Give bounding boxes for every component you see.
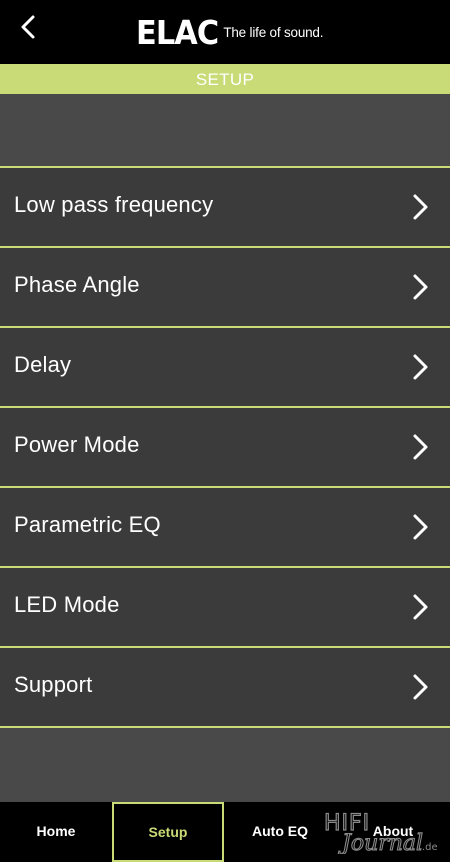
menu-item-low-pass-frequency[interactable]: Low pass frequency <box>0 166 450 246</box>
chevron-right-icon <box>413 674 428 700</box>
hifi-journal-watermark: HIFI Journal .de <box>323 810 438 854</box>
settings-panel: Low pass frequency Phase Angle Delay Pow… <box>0 94 450 802</box>
menu-item-label: Parametric EQ <box>14 512 161 537</box>
chevron-right-icon <box>413 354 428 380</box>
watermark-bottom: Journal <box>338 831 423 854</box>
logo-mark: ELAC <box>136 12 219 52</box>
nav-tab-setup[interactable]: Setup <box>112 802 224 862</box>
menu-item-label: Low pass frequency <box>14 192 214 217</box>
menu-item-power-mode[interactable]: Power Mode <box>0 406 450 486</box>
menu-item-label: LED Mode <box>14 592 120 617</box>
menu-item-led-mode[interactable]: LED Mode <box>0 566 450 646</box>
menu-item-label: Delay <box>14 352 72 377</box>
setup-menu: Low pass frequency Phase Angle Delay Pow… <box>0 166 450 728</box>
menu-item-support[interactable]: Support <box>0 646 450 728</box>
app-header: ELAC The life of sound. <box>0 0 450 64</box>
menu-item-label: Phase Angle <box>14 272 140 297</box>
menu-item-phase-angle[interactable]: Phase Angle <box>0 246 450 326</box>
logo-tagline: The life of sound. <box>223 24 324 40</box>
watermark-suffix: .de <box>422 842 438 853</box>
page-title: SETUP <box>0 64 450 94</box>
menu-item-delay[interactable]: Delay <box>0 326 450 406</box>
nav-tab-home[interactable]: Home <box>0 802 112 862</box>
back-chevron-icon[interactable] <box>14 12 44 42</box>
chevron-right-icon <box>413 434 428 460</box>
chevron-right-icon <box>413 594 428 620</box>
menu-item-label: Support <box>14 672 93 697</box>
elac-logo: ELAC The life of sound. <box>136 14 323 50</box>
chevron-right-icon <box>413 514 428 540</box>
menu-item-label: Power Mode <box>14 432 140 457</box>
menu-item-parametric-eq[interactable]: Parametric EQ <box>0 486 450 566</box>
chevron-right-icon <box>413 194 428 220</box>
nav-tab-auto-eq[interactable]: Auto EQ <box>224 802 336 862</box>
chevron-right-icon <box>413 274 428 300</box>
